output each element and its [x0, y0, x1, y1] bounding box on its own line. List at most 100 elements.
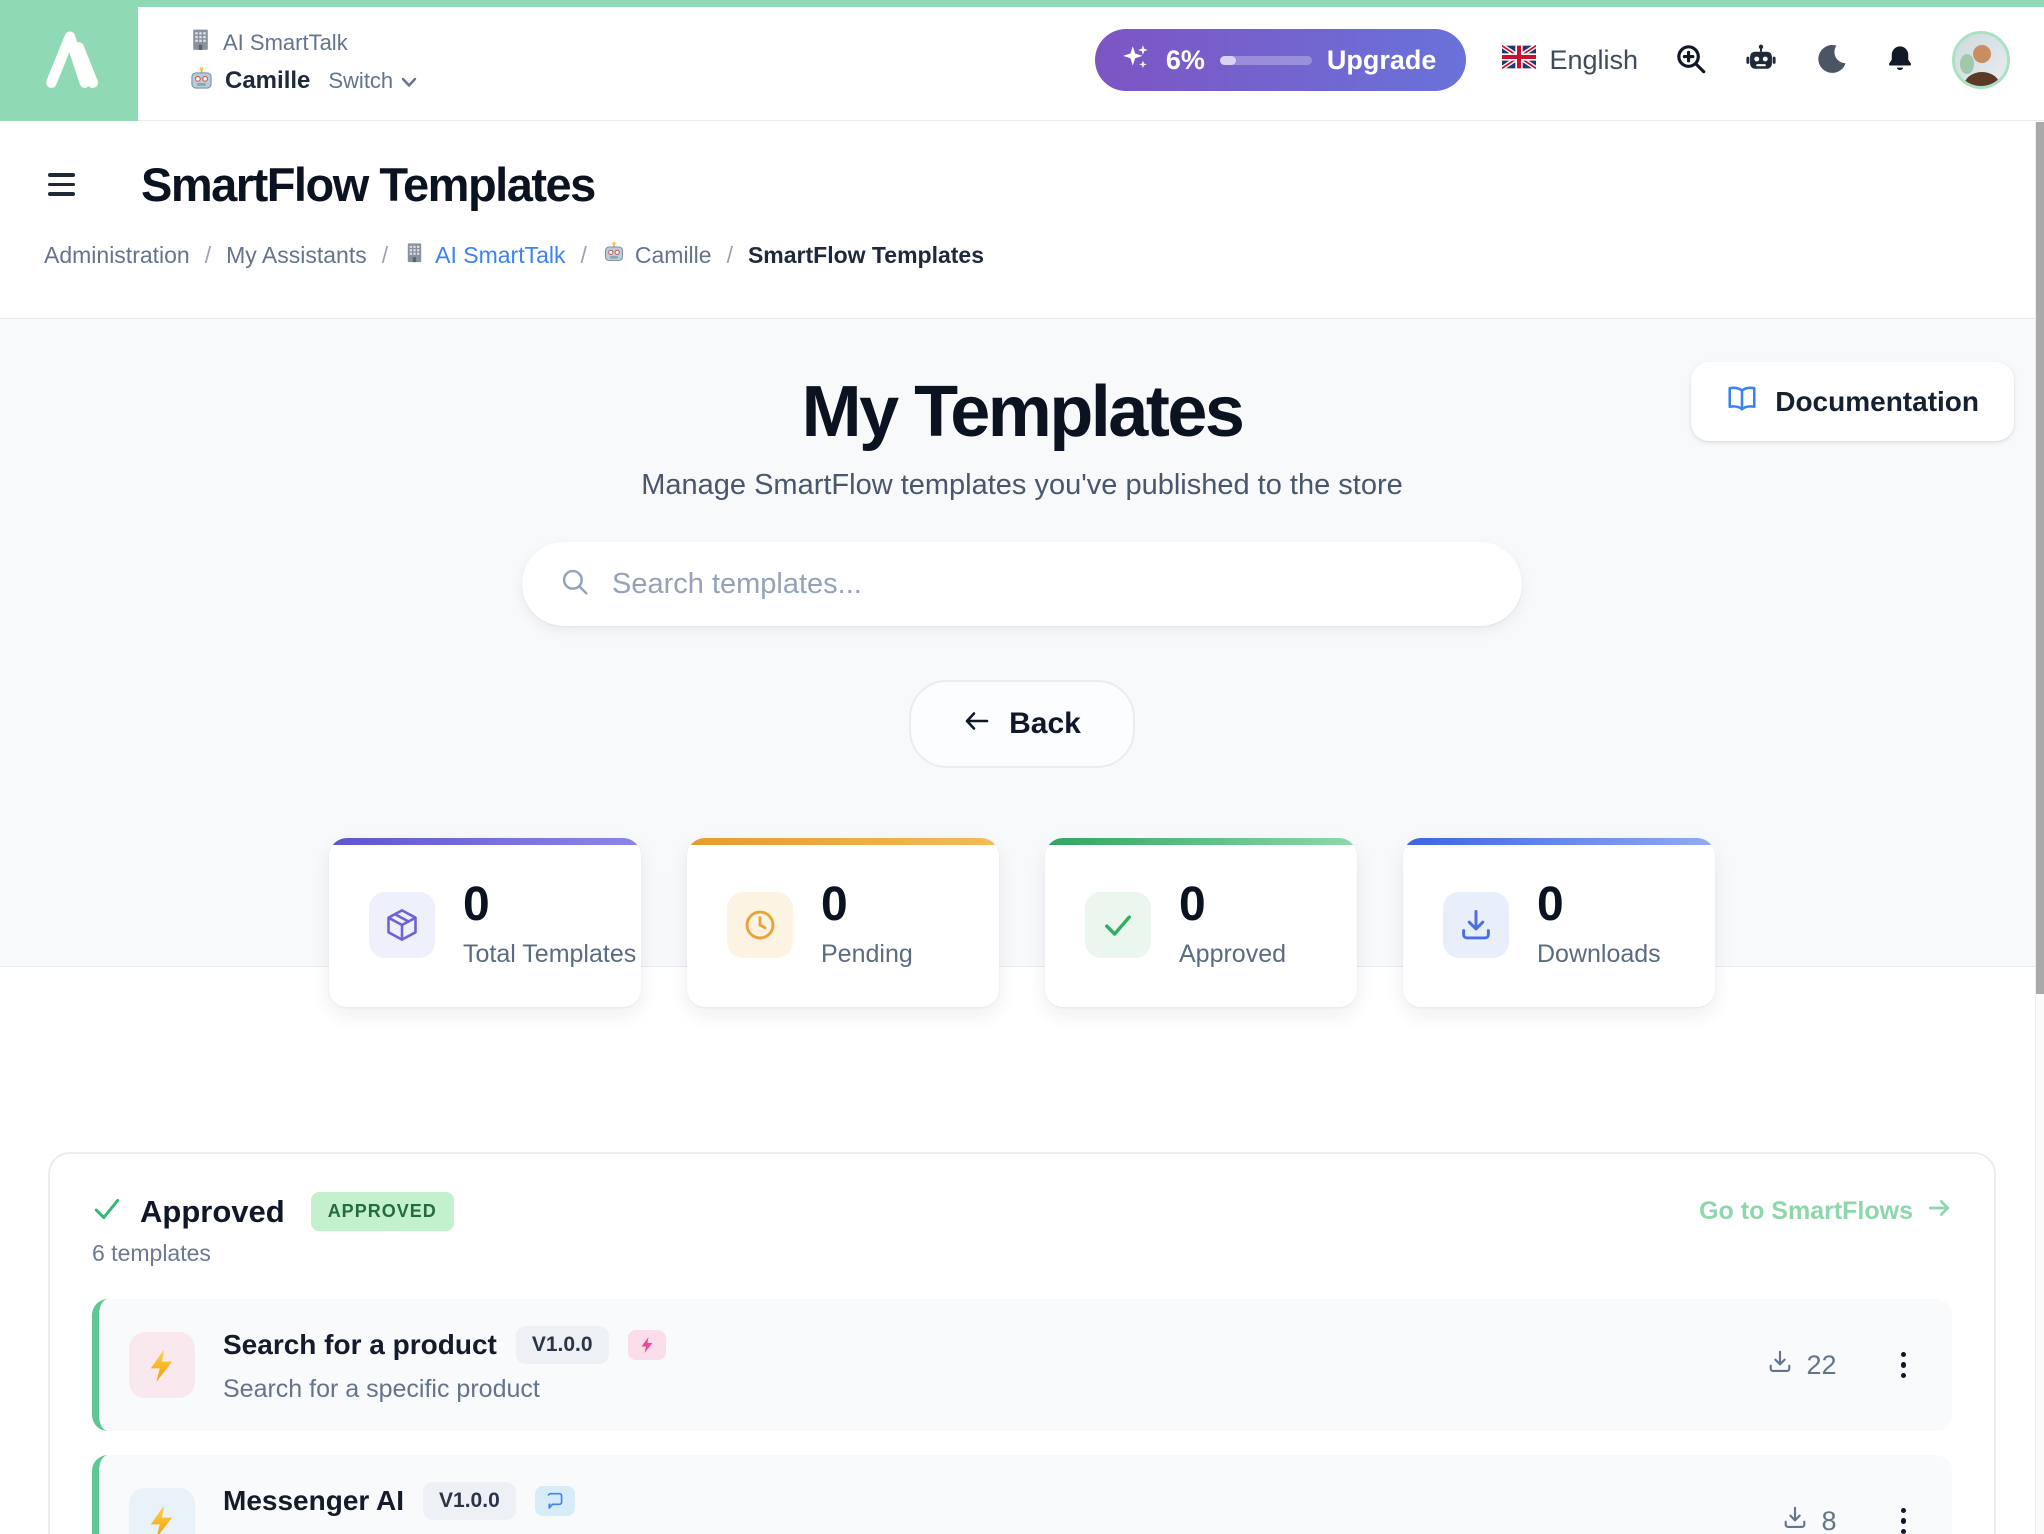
robot-avatar-icon — [188, 65, 215, 97]
zoom-search-button[interactable] — [1674, 42, 1708, 79]
upgrade-progress-bar — [1220, 56, 1312, 65]
template-count: 6 templates — [92, 1240, 1952, 1267]
uk-flag-icon — [1502, 45, 1536, 76]
stats-row: 0 Total Templates 0 Pending — [0, 838, 2044, 1007]
approved-status-badge: APPROVED — [311, 1192, 454, 1231]
stat-card-downloads: 0 Downloads — [1403, 838, 1715, 1007]
template-name: Messenger AI — [223, 1485, 404, 1517]
sparkles-icon — [1121, 43, 1151, 78]
language-label: English — [1549, 45, 1638, 76]
robot-avatar-icon — [602, 240, 626, 270]
download-icon — [1782, 1505, 1808, 1534]
breadcrumb-current: SmartFlow Templates — [748, 242, 984, 269]
breadcrumb: Administration / My Assistants / AI Smar… — [0, 212, 2044, 319]
chevron-down-icon — [401, 68, 417, 94]
stat-value: 0 — [1537, 881, 1661, 929]
notifications-button[interactable] — [1884, 43, 1916, 78]
stat-value: 0 — [1179, 881, 1286, 929]
documentation-button[interactable]: Documentation — [1691, 362, 2014, 441]
building-icon — [403, 241, 426, 270]
switch-label: Switch — [328, 68, 393, 94]
arrow-right-icon — [1926, 1197, 1952, 1226]
top-header: AI SmartTalk Camille Switch — [0, 0, 2044, 121]
download-count-value: 22 — [1806, 1350, 1836, 1381]
app-logo[interactable] — [0, 0, 138, 121]
breadcrumb-separator: / — [205, 242, 211, 269]
arrow-left-icon — [963, 707, 991, 741]
template-name: Search for a product — [223, 1329, 497, 1361]
scrollbar-thumb[interactable] — [2036, 122, 2044, 994]
package-icon — [369, 892, 435, 958]
stat-accent-bar — [687, 838, 999, 845]
row-menu-button[interactable] — [1895, 1502, 1913, 1534]
template-search — [522, 542, 1522, 626]
upgrade-percent: 6% — [1166, 45, 1205, 76]
template-row[interactable]: Search for a product V1.0.0 Search for a… — [92, 1299, 1952, 1431]
template-description: Search for a specific product — [223, 1375, 666, 1404]
brand-top-strip — [0, 0, 2044, 7]
breadcrumb-separator: / — [727, 242, 733, 269]
breadcrumb-my-assistants[interactable]: My Assistants — [226, 242, 367, 269]
moon-icon — [1814, 42, 1848, 79]
download-icon — [1767, 1349, 1793, 1382]
vertical-scrollbar[interactable] — [2035, 121, 2044, 1534]
hero-section: Documentation My Templates Manage SmartF… — [0, 319, 2044, 967]
go-to-smartflows-link[interactable]: Go to SmartFlows — [1699, 1197, 1952, 1226]
breadcrumb-administration[interactable]: Administration — [44, 242, 190, 269]
menu-hamburger-button[interactable] — [44, 169, 79, 200]
documentation-label: Documentation — [1775, 386, 1979, 418]
smartflow-templates-page: AI SmartTalk Camille Switch — [0, 0, 2044, 1534]
search-input[interactable] — [612, 568, 1484, 601]
upgrade-button[interactable]: 6% Upgrade — [1095, 29, 1467, 91]
switch-assistant-button[interactable]: Switch — [328, 68, 417, 94]
title-bar: SmartFlow Templates — [0, 121, 2044, 212]
lightning-tag-icon — [628, 1330, 666, 1360]
stat-value: 0 — [821, 881, 913, 929]
stat-label: Total Templates — [463, 940, 636, 969]
download-count: 8 — [1782, 1505, 1836, 1534]
workspace-row: AI SmartTalk — [188, 27, 417, 58]
dark-mode-button[interactable] — [1814, 42, 1848, 79]
breadcrumb-separator: / — [581, 242, 587, 269]
assistant-bot-button[interactable] — [1744, 42, 1778, 79]
stat-label: Downloads — [1537, 940, 1661, 969]
stat-accent-bar — [329, 838, 641, 845]
lightning-icon — [129, 1488, 195, 1534]
header-actions: 6% Upgrade English — [1095, 29, 2010, 91]
download-count: 22 — [1767, 1349, 1836, 1382]
go-to-smartflows-label: Go to SmartFlows — [1699, 1197, 1913, 1226]
stat-label: Approved — [1179, 940, 1286, 969]
magnifier-plus-icon — [1674, 42, 1708, 79]
stat-accent-bar — [1045, 838, 1357, 845]
workspace-switcher: AI SmartTalk Camille Switch — [188, 23, 417, 97]
lambda-logo-icon — [25, 14, 113, 107]
language-selector[interactable]: English — [1502, 45, 1638, 76]
robot-icon — [1744, 42, 1778, 79]
breadcrumb-assistant-label: Camille — [635, 242, 712, 269]
breadcrumb-workspace-label: AI SmartTalk — [435, 242, 565, 269]
bell-icon — [1884, 43, 1916, 78]
assistant-name: Camille — [225, 67, 310, 95]
assistant-row: Camille Switch — [188, 65, 417, 97]
version-badge: V1.0.0 — [516, 1326, 609, 1364]
stat-card-approved: 0 Approved — [1045, 838, 1357, 1007]
book-icon — [1726, 383, 1758, 420]
template-row[interactable]: Messenger AI V1.0.0 AI request messenger — [92, 1455, 1952, 1534]
upgrade-label: Upgrade — [1327, 45, 1437, 76]
approved-section: Approved APPROVED Go to SmartFlows 6 tem… — [48, 1152, 1996, 1534]
row-menu-button[interactable] — [1895, 1346, 1913, 1385]
lightning-icon — [129, 1332, 195, 1398]
page-title: SmartFlow Templates — [141, 157, 595, 212]
clock-icon — [727, 892, 793, 958]
user-avatar[interactable] — [1952, 31, 2010, 89]
hero-subtitle: Manage SmartFlow templates you've publis… — [0, 469, 2044, 502]
stat-card-pending: 0 Pending — [687, 838, 999, 1007]
stat-value: 0 — [463, 881, 636, 929]
approved-section-title: Approved — [140, 1194, 285, 1230]
breadcrumb-workspace[interactable]: AI SmartTalk — [403, 241, 565, 270]
workspace-name: AI SmartTalk — [223, 30, 348, 56]
upgrade-progress-fill — [1220, 56, 1236, 65]
check-icon — [92, 1194, 122, 1229]
breadcrumb-assistant[interactable]: Camille — [602, 240, 712, 270]
back-button[interactable]: Back — [909, 680, 1135, 768]
